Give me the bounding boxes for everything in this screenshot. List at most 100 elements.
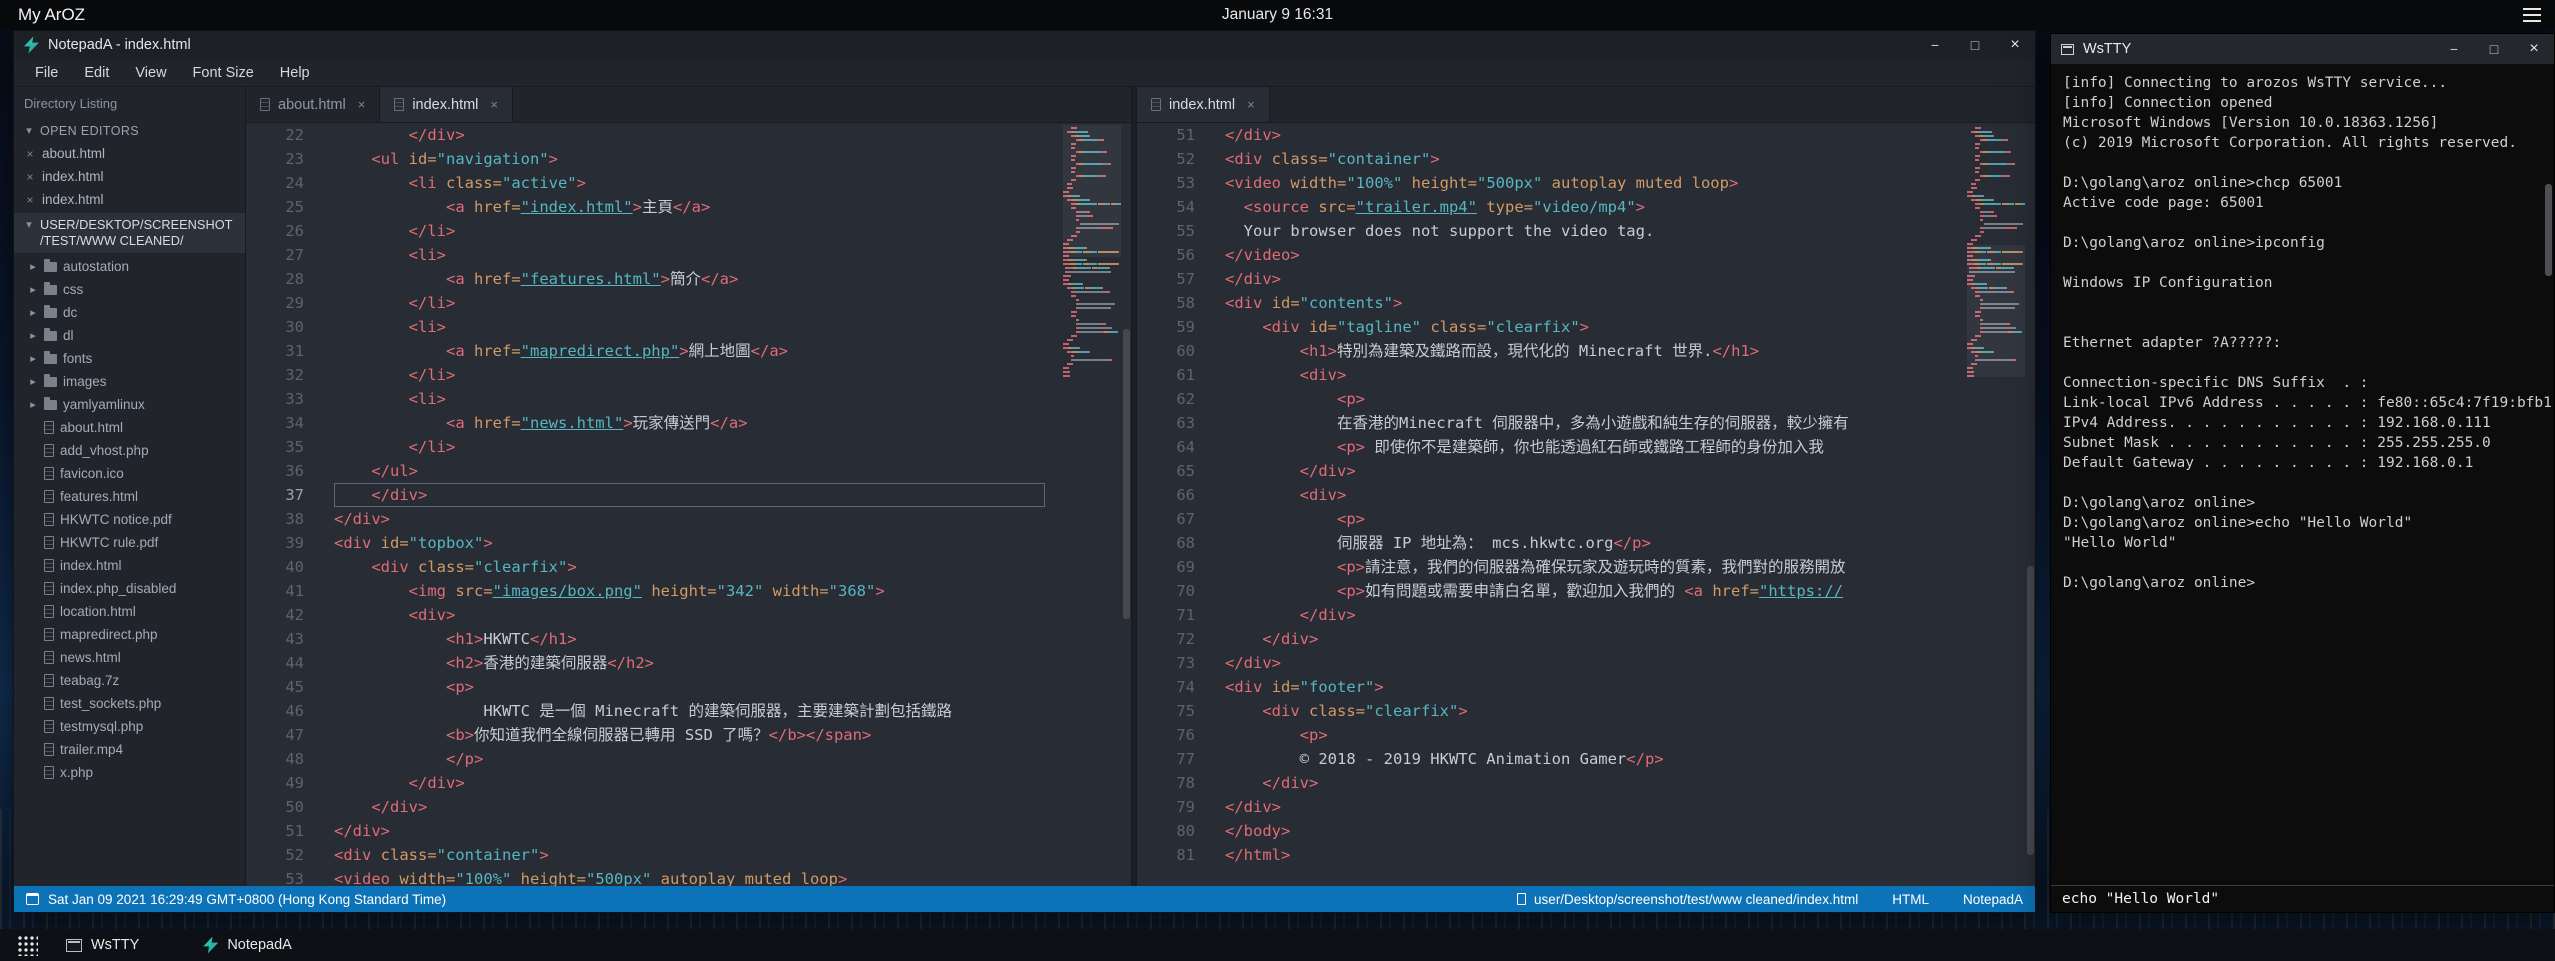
code-line-51[interactable]: </div> (334, 819, 1045, 843)
code-line-47[interactable]: <b>你知道我們全線伺服器已轉用 SSD 了嗎？</b></span> (334, 723, 1045, 747)
code-line-70[interactable]: <p>如有問題或需要申請白名單，歡迎加入我們的 <a href="https:/… (1225, 579, 1949, 603)
editor-tab-index.html[interactable]: index.html× (380, 87, 513, 122)
system-menu-button[interactable]: My ArOZ (0, 5, 103, 25)
code-line-26[interactable]: </li> (334, 219, 1045, 243)
tree-file[interactable]: teabag.7z (14, 669, 245, 692)
code-line-43[interactable]: <h1>HKWTC</h1> (334, 627, 1045, 651)
open-editor-item[interactable]: ×index.html (14, 165, 245, 188)
menu-file[interactable]: File (22, 65, 71, 81)
code-line-41[interactable]: <img src="images/box.png" height="342" w… (334, 579, 1045, 603)
code-line-62[interactable]: <p> (1225, 387, 1949, 411)
close-editor-icon[interactable]: × (24, 193, 36, 207)
code-line-67[interactable]: <p> (1225, 507, 1949, 531)
code-line-66[interactable]: <div> (1225, 483, 1949, 507)
code-line-28[interactable]: <a href="features.html">簡介</a> (334, 267, 1045, 291)
close-editor-icon[interactable]: × (24, 147, 36, 161)
tree-file[interactable]: mapredirect.php (14, 623, 245, 646)
terminal-output[interactable]: [info] Connecting to arozos WsTTY servic… (2051, 64, 2554, 885)
tree-folder[interactable]: ▸dl (14, 324, 245, 347)
code-line-25[interactable]: <a href="index.html">主頁</a> (334, 195, 1045, 219)
code-line-37[interactable]: </div> (334, 483, 1045, 507)
editor-tab-about.html[interactable]: about.html× (246, 87, 380, 122)
tree-folder[interactable]: ▸dc (14, 301, 245, 324)
tree-folder[interactable]: ▸images (14, 370, 245, 393)
close-tab-icon[interactable]: × (490, 97, 498, 112)
code-line-32[interactable]: </li> (334, 363, 1045, 387)
code-line-78[interactable]: </div> (1225, 771, 1949, 795)
tree-file[interactable]: about.html (14, 416, 245, 439)
editor-tab-index.html[interactable]: index.html× (1137, 87, 1270, 122)
tree-folder[interactable]: ▸fonts (14, 347, 245, 370)
code-line-23[interactable]: <ul id="navigation"> (334, 147, 1045, 171)
code-line-29[interactable]: </li> (334, 291, 1045, 315)
minimize-button[interactable]: − (1915, 31, 1955, 59)
code-line-63[interactable]: 在香港的Minecraft 伺服器中，多為小遊戲和純生存的伺服器，較少擁有 (1225, 411, 1949, 435)
tree-file[interactable]: test_sockets.php (14, 692, 245, 715)
tree-folder[interactable]: ▸yamlyamlinux (14, 393, 245, 416)
tree-file[interactable]: add_vhost.php (14, 439, 245, 462)
code-line-45[interactable]: <p> (334, 675, 1045, 699)
taskbar-item-notepada[interactable]: NotepadA (195, 929, 300, 961)
code-line-74[interactable]: <div id="footer"> (1225, 675, 1949, 699)
wstty-titlebar[interactable]: WsTTY − □ × (2051, 34, 2554, 64)
taskbar-item-wstty[interactable]: WsTTY (58, 929, 147, 961)
code-line-59[interactable]: <div id="tagline" class="clearfix"> (1225, 315, 1949, 339)
tree-file[interactable]: x.php (14, 761, 245, 784)
code-line-52[interactable]: <div class="container"> (1225, 147, 1949, 171)
code-line-42[interactable]: <div> (334, 603, 1045, 627)
minimize-button[interactable]: − (2434, 34, 2474, 64)
close-editor-icon[interactable]: × (24, 170, 36, 184)
close-button[interactable]: × (1995, 31, 2035, 59)
code-line-77[interactable]: © 2018 - 2019 HKWTC Animation Gamer</p> (1225, 747, 1949, 771)
code-line-27[interactable]: <li> (334, 243, 1045, 267)
close-button[interactable]: × (2514, 34, 2554, 64)
code-line-33[interactable]: <li> (334, 387, 1045, 411)
hamburger-menu-icon[interactable] (2523, 8, 2541, 22)
code-line-24[interactable]: <li class="active"> (334, 171, 1045, 195)
tree-file[interactable]: favicon.ico (14, 462, 245, 485)
menu-view[interactable]: View (122, 65, 179, 81)
minimap-viewport[interactable] (1063, 125, 1121, 257)
open-editor-item[interactable]: ×about.html (14, 142, 245, 165)
menu-edit[interactable]: Edit (71, 65, 122, 81)
minimap-left[interactable] (1063, 123, 1121, 379)
code-line-50[interactable]: </div> (334, 795, 1045, 819)
close-tab-icon[interactable]: × (358, 97, 366, 112)
code-line-38[interactable]: </div> (334, 507, 1045, 531)
code-line-31[interactable]: <a href="mapredirect.php">網上地圖</a> (334, 339, 1045, 363)
code-line-54[interactable]: <source src="trailer.mp4" type="video/mp… (1225, 195, 1949, 219)
code-line-61[interactable]: <div> (1225, 363, 1949, 387)
code-line-56[interactable]: </video> (1225, 243, 1949, 267)
code-line-35[interactable]: </li> (334, 435, 1045, 459)
code-line-60[interactable]: <h1>特別為建築及鐵路而設，現代化的 Minecraft 世界.</h1> (1225, 339, 1949, 363)
terminal-scrollbar[interactable] (2545, 184, 2552, 276)
tree-file[interactable]: trailer.mp4 (14, 738, 245, 761)
app-launcher-button[interactable] (10, 929, 44, 961)
code-line-79[interactable]: </div> (1225, 795, 1949, 819)
code-line-49[interactable]: </div> (334, 771, 1045, 795)
open-editors-header[interactable]: ▾ OPEN EDITORS (14, 119, 245, 142)
maximize-button[interactable]: □ (2474, 34, 2514, 64)
code-line-53[interactable]: <video width="100%" height="500px" autop… (1225, 171, 1949, 195)
tree-file[interactable]: location.html (14, 600, 245, 623)
minimap-right[interactable] (1967, 123, 2025, 379)
code-line-36[interactable]: </ul> (334, 459, 1045, 483)
terminal-input-bar[interactable]: echo "Hello World" (2051, 885, 2554, 912)
code-line-52[interactable]: <div class="container"> (334, 843, 1045, 867)
code-line-76[interactable]: <p> (1225, 723, 1949, 747)
code-line-30[interactable]: <li> (334, 315, 1045, 339)
code-line-57[interactable]: </div> (1225, 267, 1949, 291)
code-line-58[interactable]: <div id="contents"> (1225, 291, 1949, 315)
code-line-40[interactable]: <div class="clearfix"> (334, 555, 1045, 579)
editor-right[interactable]: 5152535455565758596061626364656667686970… (1137, 123, 2035, 886)
tree-file[interactable]: HKWTC notice.pdf (14, 508, 245, 531)
code-line-53[interactable]: <video width="100%" height="500px" autop… (334, 867, 1045, 886)
code-line-72[interactable]: </div> (1225, 627, 1949, 651)
tree-file[interactable]: testmysql.php (14, 715, 245, 738)
tree-folder[interactable]: ▸autostation (14, 255, 245, 278)
code-line-34[interactable]: <a href="news.html">玩家傳送門</a> (334, 411, 1045, 435)
tree-file[interactable]: index.php_disabled (14, 577, 245, 600)
open-editor-item[interactable]: ×index.html (14, 188, 245, 211)
code-line-39[interactable]: <div id="topbox"> (334, 531, 1045, 555)
tree-file[interactable]: features.html (14, 485, 245, 508)
